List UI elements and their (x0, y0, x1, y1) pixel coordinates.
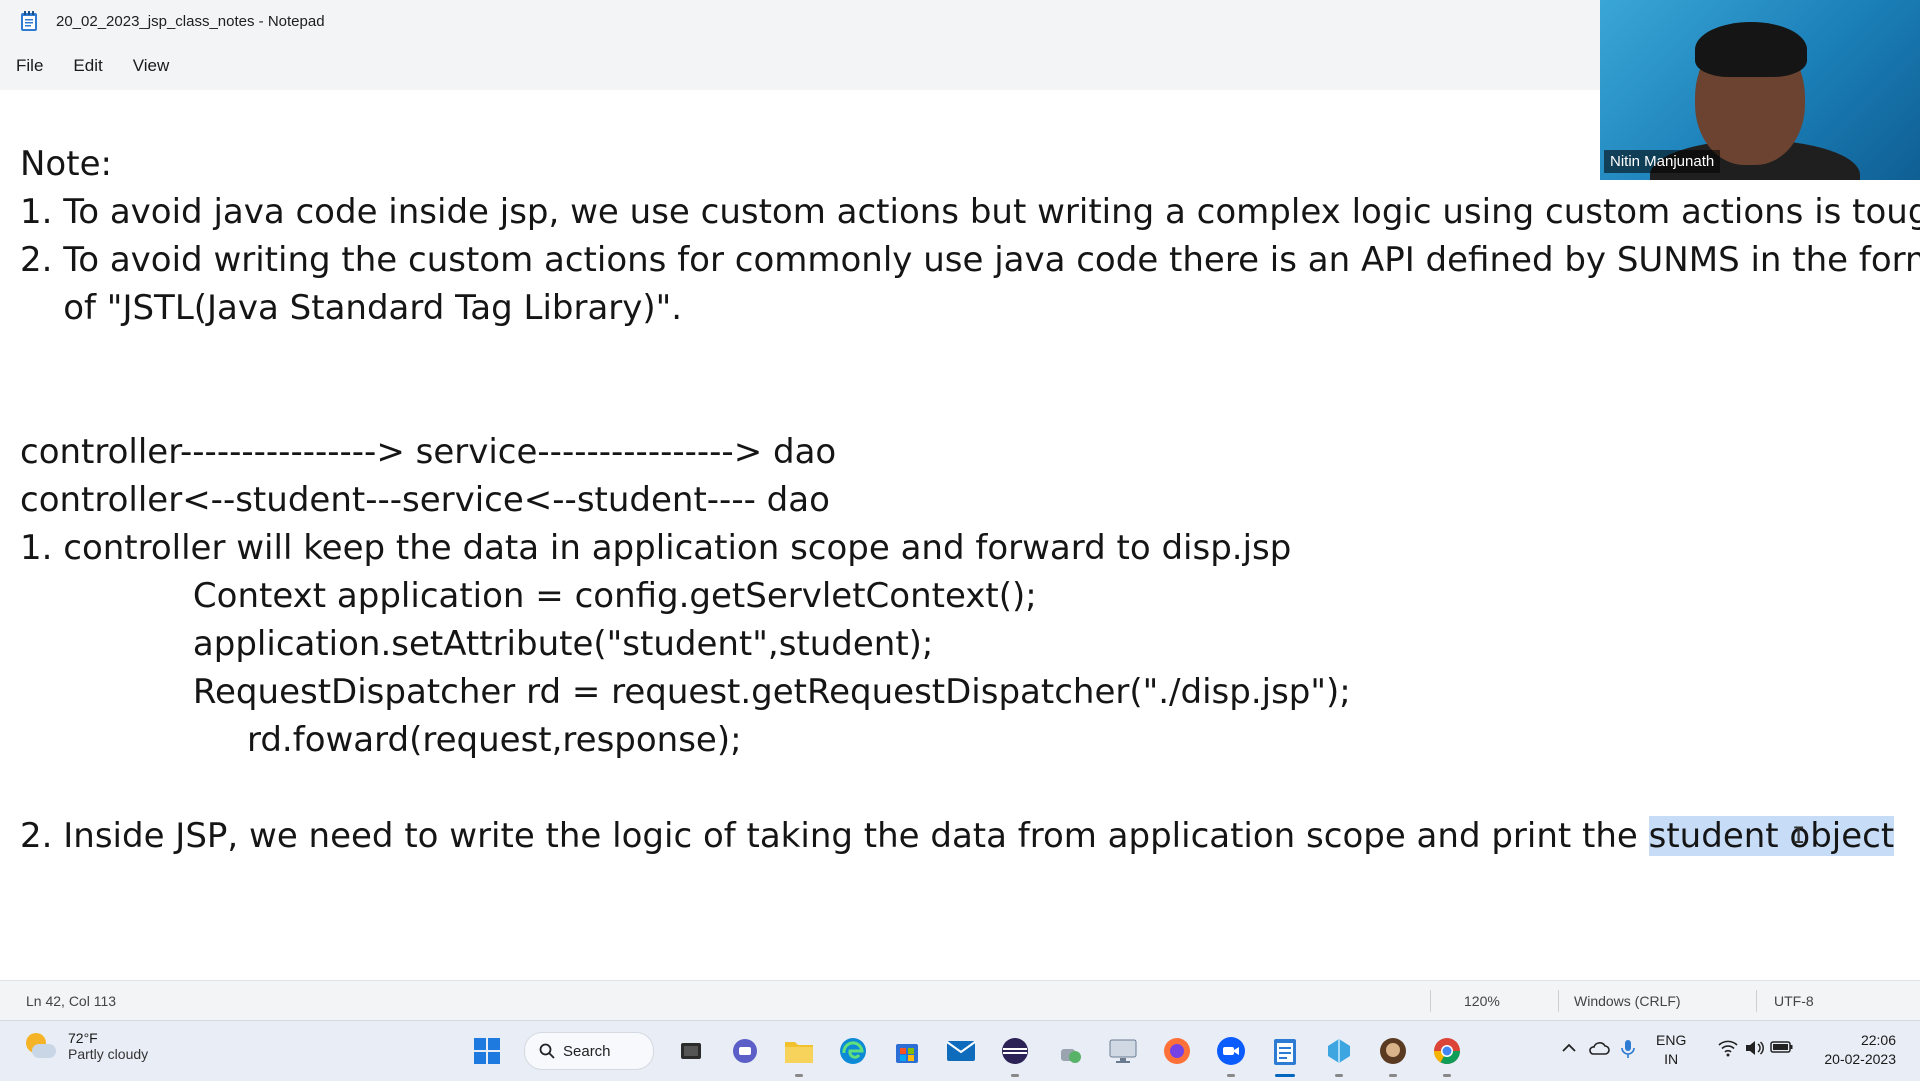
menu-edit[interactable]: Edit (59, 56, 116, 76)
notepad-taskbar-icon[interactable] (1265, 1031, 1305, 1077)
cursor-position: Ln 42, Col 113 (26, 993, 117, 1009)
notepad-icon (21, 11, 37, 31)
input-language[interactable]: ENG IN (1656, 1031, 1686, 1069)
chevron-up-icon[interactable] (1560, 1039, 1578, 1057)
search-label: Search (563, 1042, 611, 1060)
editor-line-last: 2. Inside JSP, we need to write the logi… (20, 812, 1895, 860)
wifi-icon[interactable] (1718, 1039, 1738, 1057)
volume-icon[interactable] (1744, 1039, 1764, 1057)
text-cursor-icon: I (1792, 824, 1806, 849)
firefox-icon[interactable] (1157, 1031, 1197, 1071)
edge-icon[interactable] (833, 1031, 873, 1071)
game-icon[interactable] (1373, 1031, 1413, 1077)
encoding[interactable]: UTF-8 (1774, 993, 1814, 1009)
weather-condition: Partly cloudy (68, 1046, 149, 1062)
editor-line: 2. To avoid writing the custom actions f… (20, 240, 1920, 280)
java-icon[interactable] (1049, 1031, 1089, 1071)
system-clock[interactable]: 22:06 20-02-2023 (1814, 1031, 1896, 1069)
mail-icon[interactable] (941, 1031, 981, 1071)
window-title: 20_02_2023_jsp_class_notes - Notepad (56, 12, 325, 30)
status-divider (1430, 990, 1431, 1012)
chrome-icon[interactable] (1427, 1031, 1467, 1077)
editor-line: controller<--student---service<--student… (20, 480, 830, 520)
task-view-icon[interactable] (671, 1031, 711, 1071)
cloud-icon[interactable] (1588, 1039, 1610, 1057)
status-divider (1756, 990, 1757, 1012)
menu-file[interactable]: File (2, 56, 57, 76)
taskbar-apps: Search (460, 1021, 1474, 1081)
start-icon[interactable] (467, 1031, 507, 1071)
app-icon[interactable] (1319, 1031, 1359, 1077)
editor-line: 1. To avoid java code inside jsp, we use… (20, 192, 1920, 232)
editor-line: 1. controller will keep the data in appl… (20, 528, 1292, 568)
editor-line: RequestDispatcher rd = request.getReques… (20, 672, 1351, 712)
weather-widget[interactable]: 72°F Partly cloudy (22, 1029, 148, 1063)
editor-line-text: 2. Inside JSP, we need to write the logi… (20, 816, 1649, 856)
editor-line: Note: (20, 144, 112, 184)
search-icon (539, 1043, 555, 1059)
participant-name: Nitin Manjunath (1604, 150, 1721, 173)
chat-icon[interactable] (725, 1031, 765, 1071)
zoom-level[interactable]: 120% (1464, 993, 1500, 1009)
zoom-icon[interactable] (1211, 1031, 1251, 1077)
weather-temp: 72°F (68, 1030, 98, 1046)
status-divider (1558, 990, 1559, 1012)
eclipse-icon[interactable] (995, 1031, 1035, 1077)
editor-line: of "JSTL(Java Standard Tag Library)". (20, 288, 683, 328)
video-participant[interactable]: Nitin Manjunath (1600, 0, 1920, 180)
status-bar: Ln 42, Col 113 120% Windows (CRLF) UTF-8 (0, 980, 1920, 1021)
text-editor[interactable]: Note: 1. To avoid java code inside jsp, … (0, 90, 1920, 980)
editor-line: Context application = config.getServletC… (20, 576, 1037, 616)
menu-view[interactable]: View (119, 56, 184, 76)
taskbar: 72°F Partly cloudy Search ENG IN 22:06 2… (0, 1020, 1920, 1081)
taskbar-search[interactable]: Search (524, 1032, 654, 1070)
remote-desktop-icon[interactable] (1103, 1031, 1143, 1071)
partly-cloudy-icon (22, 1029, 56, 1063)
store-icon[interactable] (887, 1031, 927, 1071)
participant-hair (1695, 22, 1807, 77)
line-ending[interactable]: Windows (CRLF) (1574, 993, 1681, 1009)
microphone-icon[interactable] (1620, 1039, 1636, 1059)
battery-icon[interactable] (1770, 1039, 1794, 1055)
selected-text[interactable]: student object (1648, 816, 1895, 856)
editor-line: controller----------------> service-----… (20, 432, 837, 472)
editor-line: rd.foward(request,response); (20, 720, 742, 760)
folder-icon[interactable] (779, 1031, 819, 1077)
editor-line: application.setAttribute("student",stude… (20, 624, 934, 664)
